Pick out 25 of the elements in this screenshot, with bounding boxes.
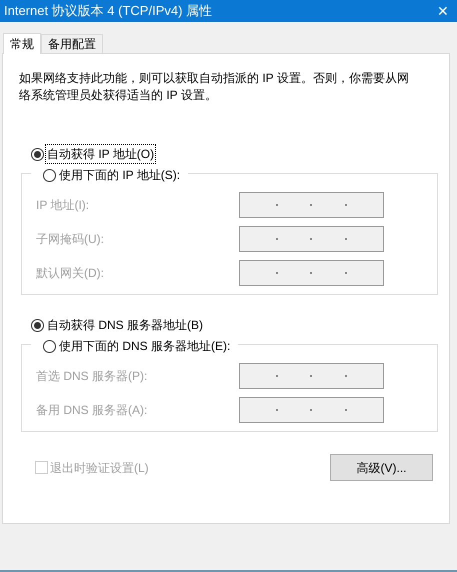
field-label: 默认网关(D):	[36, 265, 105, 282]
radio-label: 使用下面的 IP 地址(S):	[58, 167, 182, 184]
field-label: IP 地址(I):	[36, 197, 90, 214]
checkbox-label: 退出时验证设置(L)	[50, 460, 149, 476]
radio-button[interactable]	[43, 340, 56, 352]
close-button[interactable]: ✕	[437, 4, 449, 18]
description-text: 如果网络支持此功能，则可以获取自动指派的 IP 设置。否则，你需要从网络系统管理员处获得适当的 IP 设置。	[19, 70, 410, 104]
ip-address-field[interactable]	[239, 192, 384, 218]
ip-address-field[interactable]	[239, 226, 384, 252]
field-label: 首选 DNS 服务器(P):	[36, 368, 148, 385]
field-label: 子网掩码(U):	[36, 231, 105, 248]
radio-label: 自动获得 DNS 服务器地址(B)	[46, 317, 204, 334]
tab[interactable]: 备用配置	[41, 34, 103, 53]
window-title: Internet 协议版本 4 (TCP/IPv4) 属性	[4, 2, 212, 20]
radio-label: 自动获得 IP 地址(O)	[45, 144, 156, 164]
field-label: 备用 DNS 服务器(A):	[36, 402, 148, 419]
radio-button[interactable]	[31, 148, 44, 160]
tab[interactable]: 常规	[3, 33, 41, 54]
ip-address-field[interactable]	[239, 363, 384, 389]
radio-button[interactable]	[43, 168, 56, 182]
ip-address-field[interactable]	[239, 260, 384, 286]
radio-label: 使用下面的 DNS 服务器地址(E):	[58, 338, 232, 355]
radio-button[interactable]	[31, 318, 44, 332]
ip-address-field[interactable]	[239, 397, 384, 423]
advanced-button[interactable]: 高级(V)...	[330, 454, 433, 481]
